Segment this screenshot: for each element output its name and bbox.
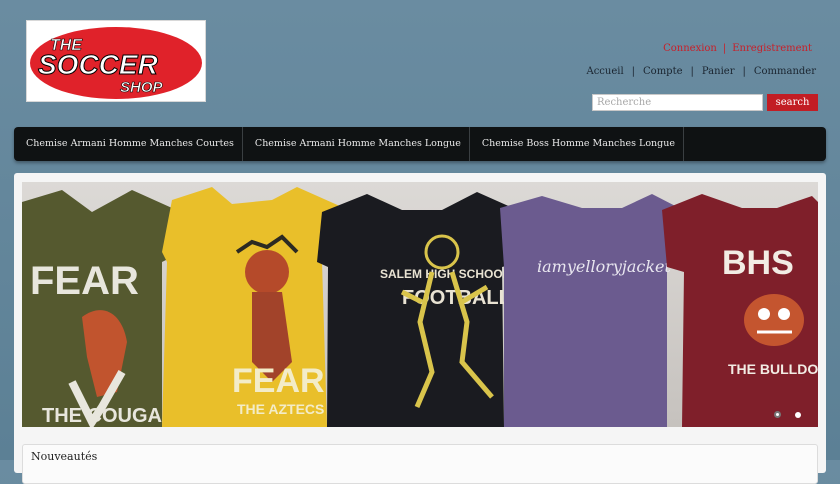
separator: | (742, 66, 746, 77)
search-button[interactable]: search (767, 94, 818, 111)
login-link[interactable]: Connexion (663, 43, 717, 54)
header-nav: Accueil | Compte | Panier | Commander (586, 66, 816, 77)
search-input[interactable] (592, 94, 763, 111)
menu-item-armani-longue[interactable]: Chemise Armani Homme Manches Longue (243, 127, 470, 161)
news-section (22, 444, 818, 484)
slider-dot-1[interactable] (774, 411, 781, 418)
slider-dot-2[interactable] (795, 412, 801, 418)
svg-text:FEAR: FEAR (30, 259, 139, 303)
slider-image: FEAR THE COUGARS FEAR THE AZTECS SALEM H… (22, 182, 818, 427)
banner-slider[interactable]: FEAR THE COUGARS FEAR THE AZTECS SALEM H… (22, 182, 818, 427)
site-logo[interactable]: THE SOCCER SHOP (26, 20, 206, 102)
svg-text:THE BULLDOGS: THE BULLDOGS (728, 361, 818, 377)
category-menu: Chemise Armani Homme Manches Courtes Che… (14, 127, 826, 161)
svg-text:THE AZTECS: THE AZTECS (237, 401, 324, 417)
nav-link-compte[interactable]: Compte (643, 66, 683, 77)
svg-text:FEAR: FEAR (232, 362, 325, 400)
register-link[interactable]: Enregistrement (732, 43, 812, 54)
account-links: Connexion | Enregistrement (663, 43, 812, 54)
nav-link-accueil[interactable]: Accueil (586, 66, 623, 77)
svg-text:iamyelloryjacket: iamyelloryjacket (537, 257, 672, 276)
svg-text:SHOP: SHOP (120, 79, 164, 96)
nav-link-commander[interactable]: Commander (754, 66, 816, 77)
menu-item-armani-courtes[interactable]: Chemise Armani Homme Manches Courtes (14, 127, 243, 161)
news-title: Nouveautés (31, 450, 98, 463)
svg-text:BHS: BHS (722, 244, 794, 282)
menu-item-boss-longue[interactable]: Chemise Boss Homme Manches Longue (470, 127, 684, 161)
separator: | (631, 66, 636, 77)
shirt-black (317, 192, 522, 427)
svg-text:SOCCER: SOCCER (38, 49, 159, 80)
separator: | (690, 66, 694, 77)
shirt-purple (500, 194, 687, 427)
nav-link-panier[interactable]: Panier (702, 66, 735, 77)
separator: | (722, 43, 727, 54)
soccer-shop-logo: THE SOCCER SHOP (30, 27, 202, 99)
